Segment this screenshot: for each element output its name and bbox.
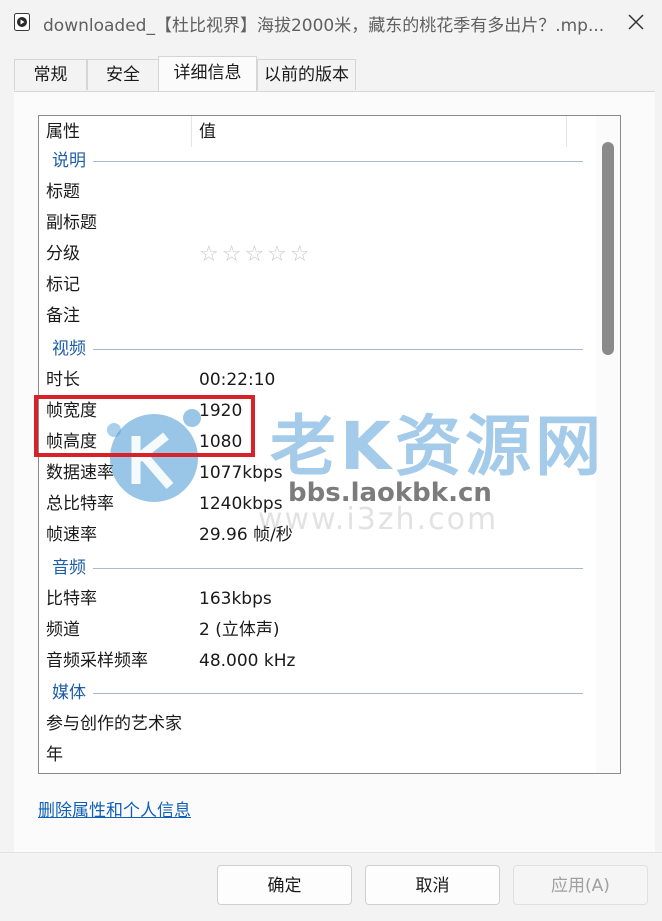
group-label: 音频 — [52, 558, 86, 578]
tab-general[interactable]: 常规 — [14, 59, 87, 90]
list-item[interactable]: 参与创作的艺术家 — [39, 709, 599, 740]
group-divider — [93, 349, 583, 350]
property-name: 音频采样频率 — [46, 651, 148, 671]
property-name: 参与创作的艺术家 — [46, 714, 182, 734]
watermark-brand: 老K资源网 — [270, 408, 606, 485]
column-header-property[interactable]: 属性 — [39, 116, 191, 147]
property-name: 分级 — [46, 244, 80, 264]
property-name: 年 — [46, 745, 63, 765]
property-name: 副标题 — [46, 213, 97, 233]
property-value: 2 (立体声) — [199, 620, 280, 640]
group-divider — [93, 568, 583, 569]
group-label: 说明 — [52, 151, 86, 171]
property-name: 帧速率 — [46, 525, 97, 545]
column-header-value[interactable]: 值 — [192, 116, 566, 147]
window-title: downloaded_【杜比视界】海拔2000米，藏东的桃花季有多出片？.mp.… — [43, 16, 603, 36]
list-item[interactable]: 标题 — [39, 177, 599, 208]
group-divider — [93, 693, 583, 694]
group-media[interactable]: 媒体 — [39, 678, 599, 709]
group-audio[interactable]: 音频 — [39, 553, 599, 584]
list-item[interactable]: 备注 — [39, 301, 599, 332]
group-label: 媒体 — [52, 683, 86, 703]
scrollbar-thumb[interactable] — [602, 142, 614, 355]
video-file-icon — [14, 13, 30, 31]
property-name: 标记 — [46, 275, 80, 295]
tab-previous-versions[interactable]: 以前的版本 — [257, 59, 356, 90]
property-name: 频道 — [46, 620, 80, 640]
group-label: 视频 — [52, 339, 86, 359]
group-video[interactable]: 视频 — [39, 334, 599, 365]
property-name: 标题 — [46, 182, 80, 202]
list-item[interactable]: 频道 2 (立体声) — [39, 615, 599, 646]
list-item[interactable]: 副标题 — [39, 208, 599, 239]
list-item[interactable]: 标记 — [39, 270, 599, 301]
list-item[interactable]: 音频采样频率 48.000 kHz — [39, 646, 599, 677]
property-value: 163kbps — [199, 589, 272, 609]
cancel-button[interactable]: 取消 — [365, 865, 500, 905]
list-item[interactable]: 分级 ☆☆☆☆☆ — [39, 239, 599, 270]
tab-details[interactable]: 详细信息 — [158, 56, 257, 91]
apply-button[interactable]: 应用(A) — [513, 865, 648, 905]
tab-strip: 常规 安全 详细信息 以前的版本 — [14, 56, 654, 91]
ok-button[interactable]: 确定 — [217, 865, 352, 905]
column-divider[interactable] — [566, 116, 567, 147]
group-description[interactable]: 说明 — [39, 146, 599, 177]
column-header: 属性 值 — [39, 116, 604, 147]
tab-security[interactable]: 安全 — [87, 59, 159, 90]
property-name: 时长 — [46, 370, 80, 390]
title-bar: downloaded_【杜比视界】海拔2000米，藏东的桃花季有多出片？.mp.… — [0, 0, 662, 44]
list-item[interactable]: 时长 00:22:10 — [39, 365, 599, 396]
property-name: 比特率 — [46, 589, 97, 609]
property-name: 备注 — [46, 306, 80, 326]
property-value: 00:22:10 — [199, 370, 276, 390]
watermark-url: bbs.laokbk.cn — [288, 478, 492, 508]
group-divider — [93, 161, 583, 162]
list-item[interactable]: 年 — [39, 740, 599, 771]
property-value: 48.000 kHz — [199, 651, 296, 671]
rating-stars-icon[interactable]: ☆☆☆☆☆ — [199, 239, 313, 270]
remove-properties-link[interactable]: 删除属性和个人信息 — [38, 796, 191, 821]
close-icon[interactable] — [620, 6, 652, 38]
annotation-highlight-box — [34, 395, 255, 457]
list-item[interactable]: 比特率 163kbps — [39, 584, 599, 615]
